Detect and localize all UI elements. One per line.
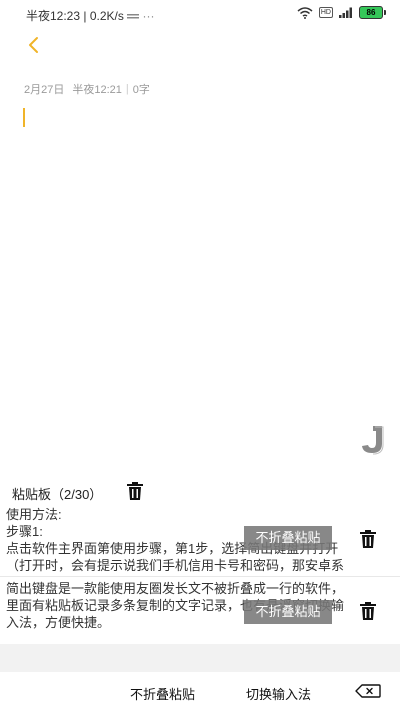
backspace-icon bbox=[355, 684, 381, 698]
meta-separator: | bbox=[125, 83, 129, 95]
delete-item-button[interactable] bbox=[360, 602, 376, 620]
trash-icon bbox=[360, 530, 376, 548]
battery-level: 86 bbox=[359, 6, 383, 19]
status-left: 半夜12:23 | 0.2K/s ··· bbox=[26, 7, 155, 24]
no-fold-paste-button[interactable]: 不折叠粘贴 bbox=[244, 600, 332, 624]
switch-ime-button[interactable]: 切换输入法 bbox=[246, 684, 311, 703]
chevron-left-icon bbox=[29, 37, 38, 53]
clip-line: 简出键盘是一款能使用友圈发长文不被折叠成一行的软件， bbox=[6, 581, 345, 596]
signal-icon bbox=[339, 7, 352, 18]
backspace-button[interactable] bbox=[355, 684, 381, 698]
item-divider bbox=[0, 576, 400, 577]
note-time: 半夜12:21 bbox=[72, 84, 122, 96]
clipboard-item[interactable]: 简出键盘是一款能使用友圈发长文不被折叠成一行的软件， 里面有粘贴板记录多条复制的… bbox=[0, 580, 400, 640]
status-time: 半夜12:23 bbox=[26, 9, 81, 23]
note-word-count: 0字 bbox=[132, 84, 150, 96]
hd-badge: HD bbox=[318, 7, 333, 18]
text-cursor[interactable] bbox=[23, 108, 25, 127]
no-fold-paste-button[interactable]: 不折叠粘贴 bbox=[244, 526, 332, 550]
battery-tip bbox=[384, 10, 386, 15]
delete-item-button[interactable] bbox=[360, 530, 376, 548]
status-speed: 0.2K/s bbox=[89, 9, 124, 23]
note-date: 2月27日 bbox=[24, 84, 65, 96]
battery-icon: 86 bbox=[359, 6, 386, 19]
status-bar: 半夜12:23 | 0.2K/s ··· HD 86 bbox=[0, 0, 400, 30]
trash-icon bbox=[360, 602, 376, 620]
back-button[interactable] bbox=[20, 32, 48, 60]
no-fold-paste-toolbar-button[interactable]: 不折叠粘贴 bbox=[130, 684, 195, 703]
clipboard-item[interactable]: 使用方法: 步骤1: 点击软件主界面第使用步骤，第1步，选择简出键盘并打开 （打… bbox=[0, 506, 400, 576]
wifi-icon bbox=[297, 6, 313, 19]
clear-clipboard-button[interactable] bbox=[127, 482, 143, 500]
note-meta: 2月27日 半夜12:21 | 0字 bbox=[24, 81, 150, 97]
sync-icon bbox=[127, 13, 140, 19]
status-right: HD 86 bbox=[297, 6, 386, 19]
clipboard-title: 粘贴板（2/30） bbox=[12, 487, 103, 502]
clip-line: （打开时，会有提示说我们手机信用卡号和密码，那安卓系 bbox=[6, 558, 345, 573]
clip-line: 使用方法: bbox=[6, 507, 62, 522]
more-dots-icon: ··· bbox=[142, 9, 155, 23]
floating-j-icon[interactable] bbox=[358, 424, 386, 456]
panel-spacer bbox=[0, 644, 400, 672]
trash-icon bbox=[127, 482, 143, 500]
bottom-toolbar bbox=[0, 672, 400, 711]
